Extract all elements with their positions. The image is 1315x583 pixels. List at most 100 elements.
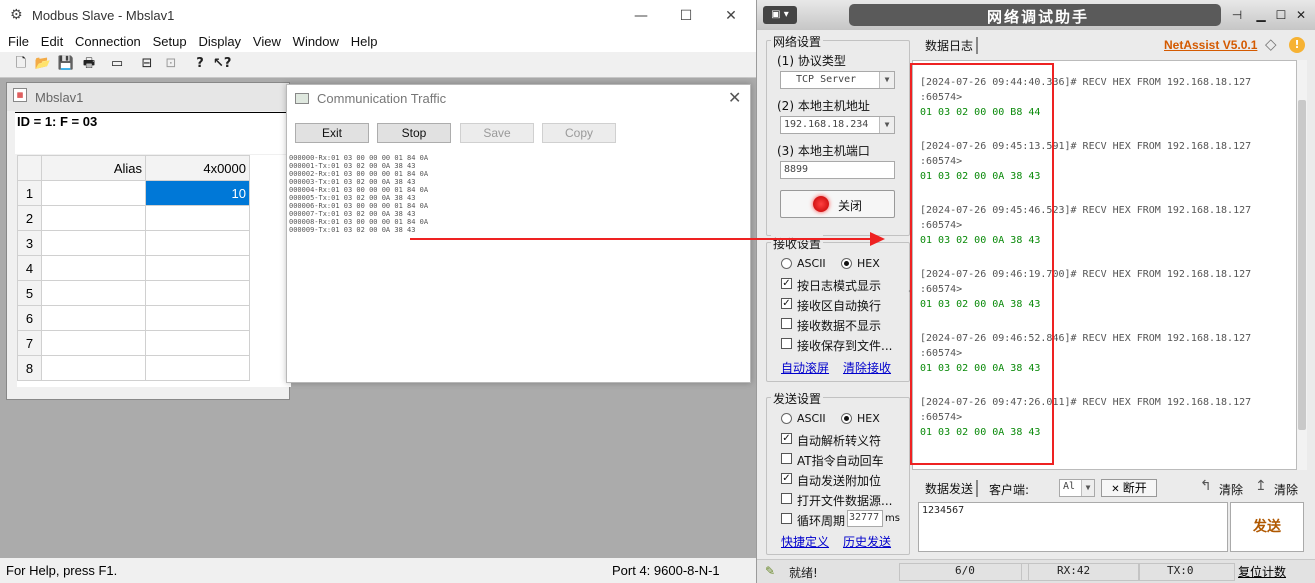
power-icon (813, 196, 829, 212)
recv-opt4-checkbox[interactable] (781, 338, 792, 349)
alias-cell[interactable] (41, 180, 146, 206)
send-text-area[interactable]: 1234567 (918, 502, 1228, 552)
minimize-button[interactable]: — (630, 6, 652, 26)
chevron-down-icon[interactable]: ▼ (879, 117, 894, 133)
recv-opt2-checkbox[interactable]: ✓ (781, 298, 792, 309)
na-maximize-button[interactable]: ☐ (1271, 6, 1291, 24)
info-icon[interactable]: ! (1289, 37, 1305, 53)
protocol-select[interactable]: TCP Server ▼ (780, 71, 895, 89)
na-title-bar: ▣ ▾ 网络调试助手 ⊣ ▁ ☐ ✕ (757, 0, 1315, 30)
stop-button[interactable]: Stop (377, 123, 451, 143)
print-icon[interactable]: 🖶 (80, 55, 98, 73)
value-cell[interactable] (145, 330, 250, 356)
clear-send-history-icon[interactable]: ↰ (1200, 478, 1212, 494)
menu-connection[interactable]: Connection (71, 32, 145, 51)
auto-scroll-link[interactable]: 自动滚屏 (781, 359, 829, 376)
pin-icon[interactable]: ⊣ (1227, 6, 1247, 24)
send-opt2-checkbox[interactable] (781, 453, 792, 464)
save-button[interactable]: Save (460, 123, 534, 143)
register-table: Alias 4x0000 1 10 2 3 4 5 6 7 8 (17, 155, 250, 381)
recv-opt1-checkbox[interactable]: ✓ (781, 278, 792, 289)
client-select[interactable]: Al ▼ (1059, 479, 1095, 497)
clear-label-2[interactable]: 清除 (1274, 481, 1298, 498)
period-unit: ms (885, 513, 900, 524)
send-settings-title: 发送设置 (771, 390, 824, 407)
na-minimize-button[interactable]: ▁ (1251, 6, 1271, 24)
copy-button[interactable]: Copy (542, 123, 616, 143)
diamond-icon[interactable]: ◇ (1265, 35, 1277, 53)
menu-display[interactable]: Display (194, 32, 245, 51)
brand-label[interactable]: NetAssist V5.0.1 (1164, 38, 1257, 52)
alias-cell[interactable] (41, 255, 146, 281)
column-header-alias[interactable]: Alias (41, 155, 146, 181)
menu-setup[interactable]: Setup (149, 32, 191, 51)
alias-cell[interactable] (41, 330, 146, 356)
window-icon[interactable]: ▭ (108, 55, 126, 73)
connect-icon[interactable]: ⊟ (138, 55, 156, 73)
clear-receive-link[interactable]: 清除接收 (843, 359, 891, 376)
period-input[interactable]: 32777 (847, 510, 883, 527)
clear-input-icon[interactable]: ↥ (1255, 478, 1267, 494)
chevron-down-icon[interactable]: ▼ (1081, 480, 1094, 496)
value-cell[interactable] (145, 230, 250, 256)
protocol-value: TCP Server (796, 74, 857, 85)
menu-file[interactable]: File (4, 32, 33, 51)
save-icon[interactable]: 💾 (57, 55, 75, 73)
quick-define-link[interactable]: 快捷定义 (781, 533, 829, 550)
log-line: 000008-Rx:01 03 00 00 00 01 84 0A (289, 218, 429, 226)
disconnect-icon[interactable]: ⊡ (162, 55, 180, 73)
value-cell[interactable] (145, 355, 250, 381)
column-header-address[interactable]: 4x0000 (145, 155, 250, 181)
close-connection-button[interactable]: 关闭 (780, 190, 895, 218)
system-menu-icon[interactable]: ▣ ▾ (763, 6, 797, 24)
send-button[interactable]: 发送 (1230, 502, 1304, 552)
menu-window[interactable]: Window (289, 32, 343, 51)
send-opt1-checkbox[interactable]: ✓ (781, 433, 792, 444)
scrollbar-thumb[interactable] (1298, 100, 1306, 430)
alias-cell[interactable] (41, 280, 146, 306)
host-select[interactable]: 192.168.18.234 ▼ (780, 116, 895, 134)
port-input[interactable]: 8899 (780, 161, 895, 179)
send-opt5-checkbox[interactable] (781, 513, 792, 524)
na-close-button[interactable]: ✕ (1291, 6, 1311, 24)
tab-data-send[interactable]: 数据发送 (922, 480, 979, 497)
maximize-button[interactable]: ☐ (675, 6, 697, 26)
send-opt3-checkbox[interactable]: ✓ (781, 473, 792, 484)
value-cell[interactable] (145, 280, 250, 306)
clear-label-1[interactable]: 清除 (1219, 481, 1243, 498)
new-icon[interactable]: 🗋 (12, 55, 30, 73)
open-icon[interactable]: 📂 (34, 55, 52, 73)
alias-cell[interactable] (41, 205, 146, 231)
send-hex-radio[interactable] (841, 413, 852, 424)
alias-cell[interactable] (41, 305, 146, 331)
value-cell[interactable] (145, 205, 250, 231)
child-title-bar: ▦ Mbslav1 (7, 83, 289, 111)
alias-cell[interactable] (41, 355, 146, 381)
log-line: 000009-Tx:01 03 02 00 0A 38 43 (289, 226, 416, 234)
menu-view[interactable]: View (249, 32, 285, 51)
recv-hex-radio[interactable] (841, 258, 852, 269)
close-icon[interactable]: ✕ (728, 88, 741, 107)
disconnect-button[interactable]: ✕ 断开 (1101, 479, 1157, 497)
menu-edit[interactable]: Edit (37, 32, 67, 51)
reset-count-button[interactable]: 复位计数 (1238, 563, 1286, 580)
close-button[interactable]: ✕ (720, 6, 742, 26)
recv-ascii-radio[interactable] (781, 258, 792, 269)
exit-button[interactable]: Exit (295, 123, 369, 143)
help-icon[interactable]: ? (191, 55, 209, 73)
log-scrollbar[interactable] (1297, 60, 1307, 470)
send-ascii-radio[interactable] (781, 413, 792, 424)
table-row: 1 10 (17, 180, 250, 206)
menu-help[interactable]: Help (347, 32, 382, 51)
context-help-icon[interactable]: ↖? (213, 55, 231, 73)
recv-opt3-checkbox[interactable] (781, 318, 792, 329)
log-line: 000000-Rx:01 03 00 00 00 01 84 0A (289, 154, 429, 162)
value-cell[interactable] (145, 305, 250, 331)
tab-data-log[interactable]: 数据日志 (922, 37, 979, 54)
send-history-link[interactable]: 历史发送 (843, 533, 891, 550)
value-cell[interactable]: 10 (145, 180, 250, 206)
send-opt4-checkbox[interactable] (781, 493, 792, 504)
chevron-down-icon[interactable]: ▼ (879, 72, 894, 88)
value-cell[interactable] (145, 255, 250, 281)
alias-cell[interactable] (41, 230, 146, 256)
